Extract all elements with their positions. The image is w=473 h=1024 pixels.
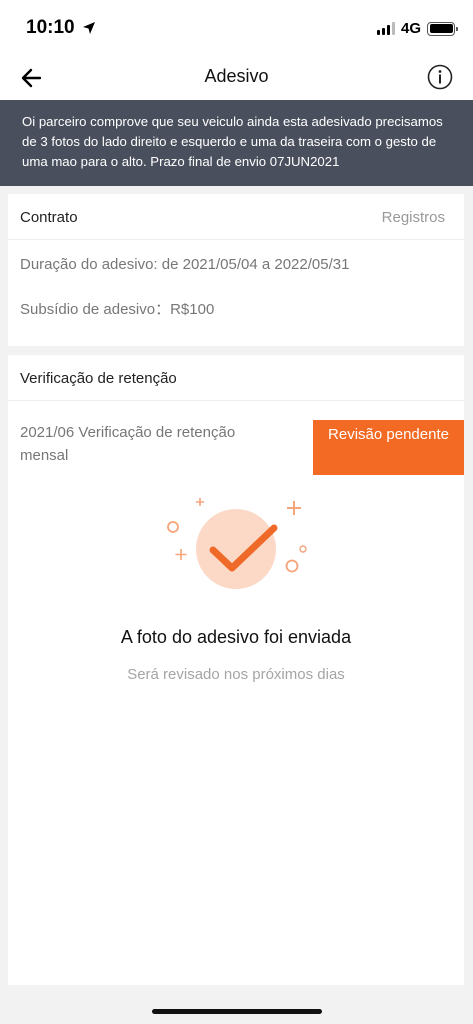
success-subtitle: Será revisado nos próximos dias — [127, 666, 345, 683]
info-icon[interactable] — [427, 64, 453, 90]
retention-card: Verificação de retenção 2021/06 Verifica… — [8, 355, 464, 985]
contract-header: Contrato Registros — [8, 194, 464, 240]
sticker-duration: Duração do adesivo: de 2021/05/04 a 2022… — [20, 256, 350, 273]
nav-bar: Adesivo — [0, 56, 473, 100]
status-time: 10:10 — [26, 17, 96, 39]
status-badge-label: Revisão pendente — [328, 426, 449, 443]
notice-banner: Oi parceiro comprove que seu veiculo ain… — [0, 100, 473, 186]
signal-icon — [376, 22, 395, 35]
status-badge[interactable]: Revisão pendente — [313, 420, 464, 475]
contract-card: Contrato Registros Duração do adesivo: d… — [8, 194, 464, 346]
retention-title: Verificação de retenção — [20, 370, 177, 387]
location-arrow-icon — [82, 22, 95, 34]
records-link[interactable]: Registros — [382, 209, 445, 226]
success-title: A foto do adesivo foi enviada — [120, 627, 352, 647]
network-label: 4G — [400, 20, 421, 37]
page-title: Adesivo — [204, 66, 269, 86]
status-bar: 10:10 4G — [0, 0, 473, 56]
status-time-text: 10:10 — [26, 17, 75, 38]
status-indicators: 4G — [376, 20, 458, 37]
retention-item-label: 2021/06 Verificação de retenção mensal — [20, 424, 236, 464]
notice-text: Oi parceiro comprove que seu veiculo ain… — [22, 114, 443, 169]
battery-icon — [427, 21, 458, 36]
retention-header: Verificação de retenção — [8, 355, 464, 401]
sticker-subsidy: Subsídio de adesivo：R$100 — [20, 301, 215, 318]
check-circle-icon — [167, 498, 307, 589]
home-indicator[interactable] — [152, 1009, 322, 1014]
contract-title: Contrato — [20, 209, 78, 226]
